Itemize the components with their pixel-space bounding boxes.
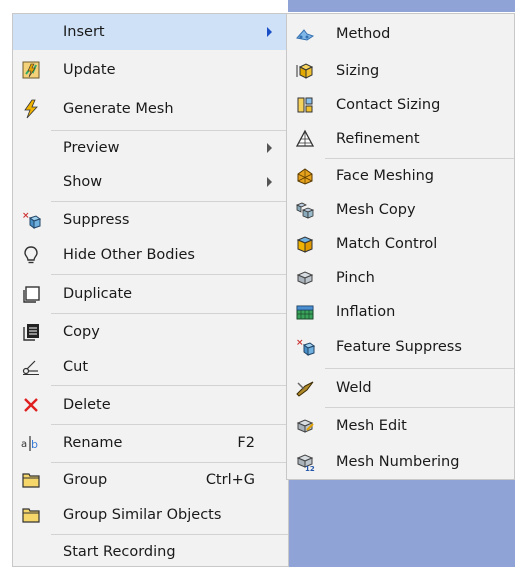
delete-x-icon bbox=[21, 395, 41, 415]
rename-icon: ab bbox=[21, 433, 41, 453]
mesh-numbering-icon: 12 bbox=[295, 452, 315, 472]
submenu-item-label: Pinch bbox=[336, 270, 375, 286]
lightbulb-icon bbox=[21, 245, 41, 265]
menu-item-label: Delete bbox=[63, 396, 111, 413]
menu-item-copy[interactable]: Copy bbox=[13, 314, 288, 349]
menu-item-preview[interactable]: Preview bbox=[13, 131, 288, 165]
menu-item-label: Start Recording bbox=[63, 543, 176, 560]
submenu-item-label: Refinement bbox=[336, 131, 420, 147]
folder-icon bbox=[21, 505, 41, 525]
tree-background-strip bbox=[0, 0, 12, 567]
insert-submenu: Method Sizing Contact Sizing Refinement … bbox=[286, 13, 515, 480]
menu-item-label: Duplicate bbox=[63, 285, 133, 302]
submenu-item-label: Inflation bbox=[336, 304, 396, 320]
menu-item-suppress[interactable]: × Suppress bbox=[13, 202, 288, 237]
weld-icon bbox=[295, 378, 315, 398]
submenu-arrow-icon bbox=[267, 143, 272, 153]
folder-icon bbox=[21, 470, 41, 490]
submenu-item-mesh-edit[interactable]: Mesh Edit bbox=[287, 408, 514, 444]
menu-item-duplicate[interactable]: Duplicate bbox=[13, 275, 288, 312]
menu-item-label: Suppress bbox=[63, 211, 130, 228]
menu-item-delete[interactable]: Delete bbox=[13, 386, 288, 423]
submenu-arrow-icon bbox=[267, 177, 272, 187]
viewport-area bbox=[285, 480, 515, 567]
face-meshing-icon bbox=[295, 166, 315, 186]
mesh-copy-icon bbox=[295, 200, 315, 220]
contact-sizing-icon bbox=[295, 95, 315, 115]
svg-text:×: × bbox=[296, 338, 304, 348]
submenu-item-label: Face Meshing bbox=[336, 168, 434, 184]
menu-item-label: Group bbox=[63, 472, 108, 488]
submenu-item-weld[interactable]: Weld bbox=[287, 369, 514, 406]
submenu-item-feature-suppress[interactable]: × Feature Suppress bbox=[287, 329, 514, 365]
refinement-icon bbox=[295, 129, 315, 149]
inflation-icon bbox=[295, 302, 315, 322]
feature-suppress-icon: × bbox=[295, 337, 315, 357]
lightning-icon bbox=[21, 99, 41, 119]
submenu-item-inflation[interactable]: Inflation bbox=[287, 295, 514, 329]
pinch-icon bbox=[295, 268, 315, 288]
menu-item-group-similar-objects[interactable]: Group Similar Objects bbox=[13, 497, 288, 532]
shortcut-text: F2 bbox=[237, 435, 255, 451]
menu-item-label: Insert bbox=[63, 24, 105, 40]
duplicate-icon bbox=[21, 284, 41, 304]
submenu-item-pinch[interactable]: Pinch bbox=[287, 261, 514, 295]
menu-item-start-recording[interactable]: Start Recording bbox=[13, 535, 288, 568]
mesh-edit-icon bbox=[295, 416, 315, 436]
menu-item-label: Group Similar Objects bbox=[63, 506, 222, 523]
menu-item-label: Copy bbox=[63, 323, 100, 340]
submenu-item-sizing[interactable]: Sizing bbox=[287, 54, 514, 88]
menu-item-label: Show bbox=[63, 174, 103, 190]
menu-item-label: Generate Mesh bbox=[63, 101, 174, 117]
scissors-icon bbox=[21, 357, 41, 377]
submenu-item-label: Mesh Numbering bbox=[336, 453, 460, 470]
submenu-item-label: Mesh Edit bbox=[336, 418, 407, 434]
menu-item-cut[interactable]: Cut bbox=[13, 349, 288, 384]
menu-item-rename[interactable]: ab Rename F2 bbox=[13, 425, 288, 461]
submenu-item-mesh-copy[interactable]: Mesh Copy bbox=[287, 193, 514, 227]
viewport-area-top bbox=[288, 0, 515, 12]
submenu-item-label: Weld bbox=[336, 379, 372, 396]
menu-item-label: Cut bbox=[63, 358, 88, 375]
svg-text:12: 12 bbox=[305, 465, 315, 472]
menu-item-label: Hide Other Bodies bbox=[63, 247, 195, 263]
sizing-icon bbox=[295, 61, 315, 81]
submenu-item-label: Sizing bbox=[336, 63, 380, 79]
context-menu: Insert Update Generate Mesh Preview Show… bbox=[12, 13, 289, 567]
submenu-item-label: Contact Sizing bbox=[336, 97, 441, 113]
menu-item-label: Rename bbox=[63, 435, 123, 451]
submenu-item-contact-sizing[interactable]: Contact Sizing bbox=[287, 88, 514, 122]
submenu-item-label: Mesh Copy bbox=[336, 202, 416, 218]
shortcut-text: Ctrl+G bbox=[205, 472, 255, 488]
submenu-item-method[interactable]: Method bbox=[287, 14, 514, 54]
svg-text:b: b bbox=[31, 438, 38, 451]
submenu-arrow-icon bbox=[267, 27, 272, 37]
match-control-icon bbox=[295, 234, 315, 254]
submenu-item-label: Match Control bbox=[336, 236, 438, 252]
menu-item-show[interactable]: Show bbox=[13, 165, 288, 199]
menu-item-group[interactable]: Group Ctrl+G bbox=[13, 463, 288, 497]
menu-item-update[interactable]: Update bbox=[13, 51, 288, 89]
submenu-item-refinement[interactable]: Refinement bbox=[287, 122, 514, 156]
menu-item-hide-other-bodies[interactable]: Hide Other Bodies bbox=[13, 237, 288, 273]
menu-item-label: Update bbox=[63, 62, 116, 78]
submenu-item-label: Method bbox=[336, 26, 391, 42]
menu-item-insert[interactable]: Insert bbox=[13, 14, 288, 50]
method-icon bbox=[295, 24, 315, 44]
suppress-icon: × bbox=[21, 210, 41, 230]
svg-text:a: a bbox=[21, 439, 27, 450]
svg-text:×: × bbox=[22, 211, 30, 221]
submenu-item-face-meshing[interactable]: Face Meshing bbox=[287, 159, 514, 193]
menu-item-generate-mesh[interactable]: Generate Mesh bbox=[13, 90, 288, 128]
menu-item-label: Preview bbox=[63, 140, 120, 156]
submenu-item-label: Feature Suppress bbox=[336, 339, 462, 355]
copy-icon bbox=[21, 322, 41, 342]
update-icon bbox=[21, 60, 41, 80]
submenu-item-match-control[interactable]: Match Control bbox=[287, 227, 514, 261]
submenu-item-mesh-numbering[interactable]: 12 Mesh Numbering bbox=[287, 444, 514, 479]
